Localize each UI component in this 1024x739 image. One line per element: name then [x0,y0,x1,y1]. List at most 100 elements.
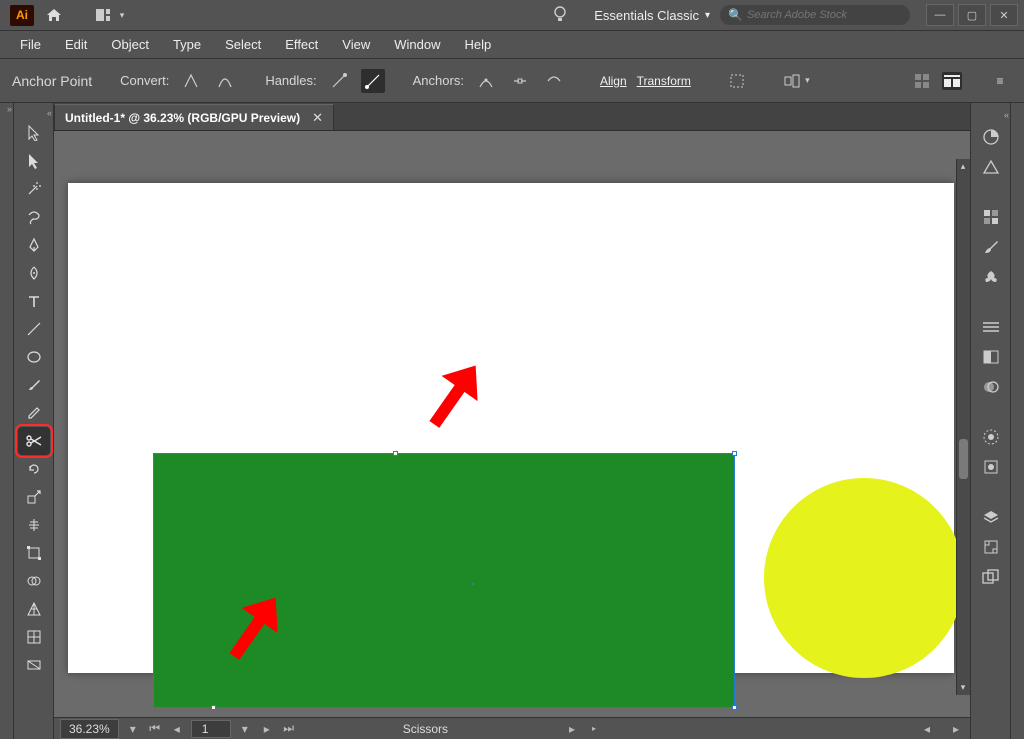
next-artboard-button[interactable]: ▸ [259,721,275,737]
align-link[interactable]: Align [600,74,627,88]
first-artboard-button[interactable]: ⏮ [147,721,163,737]
scroll-up-icon[interactable]: ▴ [956,161,970,172]
menu-view[interactable]: View [332,33,380,56]
hscroll-right-icon[interactable]: ▸ [948,721,964,737]
scroll-down-icon[interactable]: ▾ [956,682,970,693]
convert-smooth-button[interactable] [213,69,237,93]
gradient-panel[interactable] [975,343,1007,371]
chevron-down-icon: ▾ [705,10,710,21]
color-guide-panel[interactable] [975,153,1007,181]
selection-tool[interactable] [18,119,50,147]
zoom-level[interactable]: 36.23% [60,719,119,739]
magic-wand-tool[interactable] [18,175,50,203]
menu-file[interactable]: File [10,33,51,56]
current-tool-label: Scissors [403,722,448,736]
menu-edit[interactable]: Edit [55,33,97,56]
layers-panel[interactable] [975,503,1007,531]
align-to-button[interactable]: ▾ [779,69,815,93]
help-bulb-button[interactable] [546,1,574,29]
direct-selection-tool[interactable] [18,147,50,175]
isolate-button[interactable] [725,69,749,93]
menu-help[interactable]: Help [454,33,501,56]
perspective-grid-tool[interactable] [18,595,50,623]
stroke-panel[interactable] [975,313,1007,341]
search-adobe-stock[interactable]: 🔍 [720,5,910,25]
vertical-scrollbar[interactable] [956,159,970,695]
maximize-button[interactable]: ▢ [958,4,986,26]
anchor-point[interactable] [732,705,737,710]
search-input[interactable] [747,9,902,21]
left-rail: » [0,103,14,739]
status-menu-icon[interactable]: ▸ [586,721,602,737]
curvature-tool[interactable] [18,259,50,287]
anchor-point[interactable] [393,451,398,456]
swatches-panel[interactable] [975,203,1007,231]
status-play-button[interactable]: ▸ [564,721,580,737]
collapse-left-icon[interactable]: » [0,103,13,115]
menu-window[interactable]: Window [384,33,450,56]
tools-panel: « [14,103,54,739]
cut-path-button[interactable] [542,69,566,93]
minimize-button[interactable]: — [926,4,954,26]
pencil-tool[interactable] [18,399,50,427]
brushes-panel[interactable] [975,233,1007,261]
type-tool[interactable] [18,287,50,315]
prev-artboard-button[interactable]: ◂ [169,721,185,737]
convert-label: Convert: [120,73,169,88]
gradient-tool[interactable] [18,651,50,679]
close-window-button[interactable]: ✕ [990,4,1018,26]
collapse-tools-icon[interactable]: « [14,107,53,119]
mesh-tool[interactable] [18,623,50,651]
close-tab-button[interactable]: ✕ [312,110,323,126]
appearance-panel[interactable] [975,423,1007,451]
document-tab[interactable]: Untitled-1* @ 36.23% (RGB/GPU Preview) ✕ [54,104,334,130]
view-grid-button[interactable] [912,72,932,90]
handles-hide-button[interactable] [361,69,385,93]
lasso-tool[interactable] [18,203,50,231]
artboard-chevron-icon[interactable]: ▾ [237,721,253,737]
zoom-chevron-icon[interactable]: ▾ [125,721,141,737]
last-artboard-button[interactable]: ⏭ [281,721,297,737]
menu-type[interactable]: Type [163,33,211,56]
scrollbar-thumb[interactable] [959,439,968,479]
menu-bar: File Edit Object Type Select Effect View… [0,31,1024,59]
line-tool[interactable] [18,315,50,343]
color-panel[interactable] [975,123,1007,151]
arrange-documents-button[interactable]: ▾ [90,1,130,29]
anchor-point[interactable] [211,705,216,710]
convert-corner-button[interactable] [179,69,203,93]
scale-tool[interactable] [18,483,50,511]
menu-effect[interactable]: Effect [275,33,328,56]
workspace-switcher[interactable]: Essentials Classic ▾ [594,8,710,23]
rotate-tool[interactable] [18,455,50,483]
free-transform-tool[interactable] [18,539,50,567]
transform-link[interactable]: Transform [637,74,691,88]
anchor-point[interactable] [732,451,737,456]
yellow-circle-object[interactable] [764,478,964,678]
connect-anchor-button[interactable] [508,69,532,93]
handles-show-button[interactable] [327,69,351,93]
artboard-number[interactable]: 1 [191,720,231,738]
view-panel-button[interactable] [942,72,962,90]
width-tool[interactable] [18,511,50,539]
app-logo: Ai [10,5,34,26]
menu-object[interactable]: Object [101,33,159,56]
symbols-panel[interactable] [975,263,1007,291]
hscroll-left-icon[interactable]: ◂ [919,721,935,737]
chevron-down-icon: ▾ [120,10,125,21]
home-button[interactable] [40,1,68,29]
scissors-tool[interactable] [18,427,50,455]
menu-select[interactable]: Select [215,33,271,56]
options-menu-button[interactable]: ≡ [988,69,1012,93]
ellipse-tool[interactable] [18,343,50,371]
transparency-panel[interactable] [975,373,1007,401]
graphic-styles-panel[interactable] [975,453,1007,481]
collapse-right-icon[interactable]: « [971,109,1010,121]
shape-builder-tool[interactable] [18,567,50,595]
remove-anchor-button[interactable] [474,69,498,93]
pen-tool[interactable] [18,231,50,259]
asset-export-panel[interactable] [975,533,1007,561]
canvas-viewport[interactable]: ▴ ▾ [54,131,970,717]
artboards-panel[interactable] [975,563,1007,591]
paintbrush-tool[interactable] [18,371,50,399]
